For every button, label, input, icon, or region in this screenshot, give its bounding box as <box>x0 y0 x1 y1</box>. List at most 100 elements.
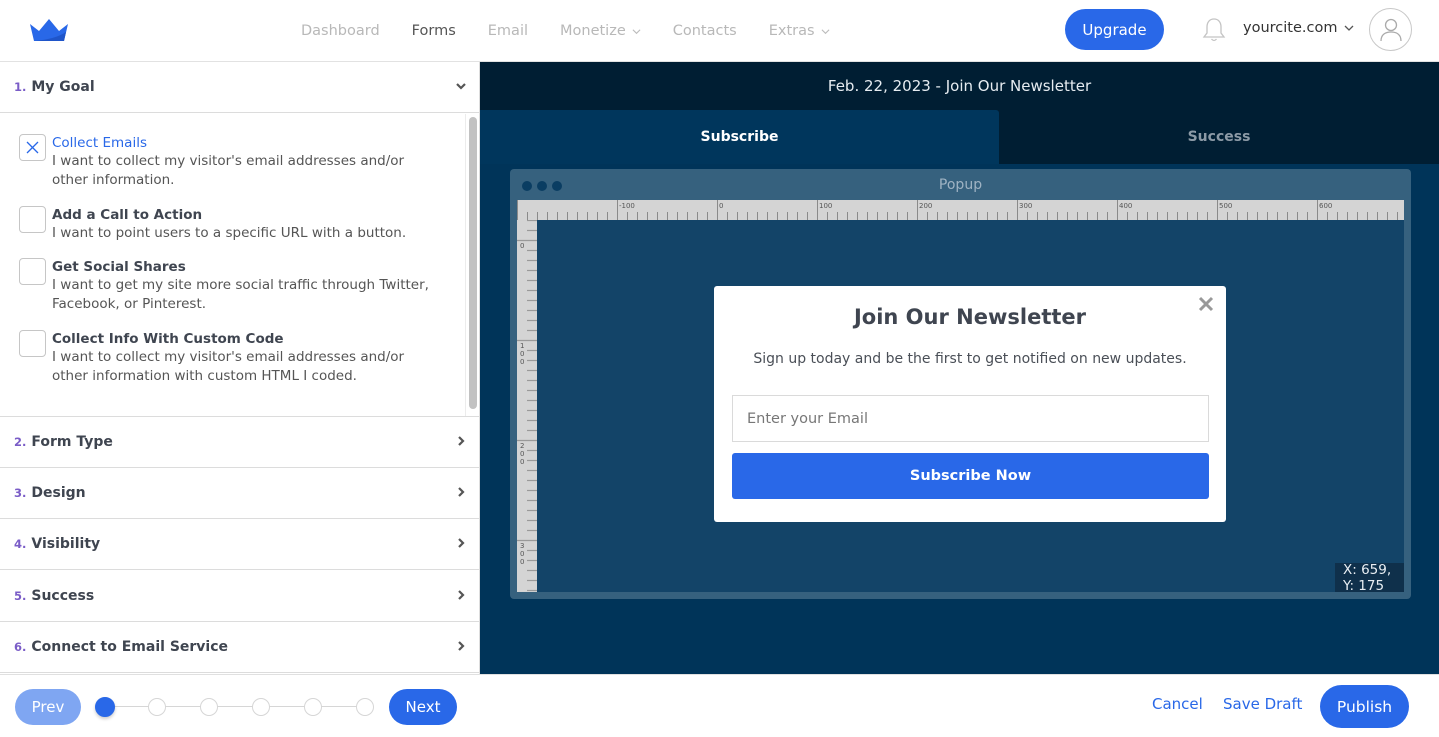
chevron-down-icon <box>821 28 830 34</box>
crown-logo-icon[interactable] <box>30 19 68 41</box>
email-input[interactable] <box>732 395 1209 442</box>
user-avatar[interactable] <box>1369 8 1412 51</box>
nav-forms[interactable]: Forms <box>412 23 456 39</box>
goal-checkbox[interactable] <box>19 330 46 357</box>
section-number: 3. <box>14 486 27 500</box>
form-builder-sidebar: 1. My Goal Collect Emails I want to coll… <box>0 62 480 674</box>
cancel-button[interactable]: Cancel <box>1152 695 1203 713</box>
window-title: Popup <box>938 177 983 193</box>
chevron-right-icon <box>458 436 465 446</box>
ruler-label: 0 <box>520 458 524 466</box>
ruler-label: 500 <box>1219 202 1232 210</box>
campaign-title: Feb. 22, 2023 - Join Our Newsletter <box>480 62 1439 110</box>
goal-description: I want to collect my visitor's email add… <box>52 349 405 384</box>
section-my-goal[interactable]: 1. My Goal <box>0 62 479 113</box>
tab-success[interactable]: Success <box>999 110 1439 164</box>
step-line <box>105 706 365 707</box>
goal-checkbox[interactable] <box>19 206 46 233</box>
publish-button[interactable]: Publish <box>1320 685 1409 728</box>
goal-description: I want to collect my visitor's email add… <box>52 153 405 188</box>
step-dot-1[interactable] <box>95 697 115 717</box>
preview-canvas: Feb. 22, 2023 - Join Our Newsletter Subs… <box>480 62 1439 674</box>
goal-checkbox[interactable] <box>19 134 46 161</box>
nav-monetize[interactable]: Monetize <box>560 23 641 39</box>
ruler-label: 0 <box>520 358 524 366</box>
ruler-label: 0 <box>520 350 524 358</box>
goal-custom-code[interactable]: Collect Info With Custom Code I want to … <box>19 330 437 386</box>
horizontal-ruler: -100 0 100 200 300 400 500 600 <box>517 200 1404 220</box>
scrollbar-thumb[interactable] <box>469 117 477 409</box>
ruler-label: -100 <box>619 202 635 210</box>
chevron-right-icon <box>458 538 465 548</box>
goal-collect-emails[interactable]: Collect Emails I want to collect my visi… <box>19 134 437 190</box>
site-selector[interactable]: yourcite.com <box>1243 20 1354 36</box>
section-visibility[interactable]: 4. Visibility <box>0 519 479 570</box>
section-number: 6. <box>14 640 27 654</box>
step-dot-4[interactable] <box>252 698 270 716</box>
section-label: Visibility <box>31 536 101 552</box>
chevron-right-icon <box>458 487 465 497</box>
goal-call-to-action[interactable]: Add a Call to Action I want to point use… <box>19 206 437 243</box>
top-navigation-bar: Dashboard Forms Email Monetize Contacts … <box>0 0 1439 62</box>
nav-extras[interactable]: Extras <box>769 23 830 39</box>
upgrade-button[interactable]: Upgrade <box>1065 9 1164 50</box>
ruler-label: 0 <box>719 202 723 210</box>
cursor-coordinates: X: 659, Y: 175 <box>1335 562 1404 594</box>
goal-title: Collect Info With Custom Code <box>52 331 284 347</box>
popup-title: Join Our Newsletter <box>853 305 1086 329</box>
next-button[interactable]: Next <box>389 689 457 725</box>
nav-label: Dashboard <box>301 23 380 39</box>
close-x-icon <box>26 141 39 154</box>
tab-subscribe[interactable]: Subscribe <box>480 110 999 164</box>
bottom-action-bar: Prev Next Cancel Save Draft Publish <box>0 674 1439 737</box>
nav-email[interactable]: Email <box>488 23 528 39</box>
chevron-down-icon <box>632 28 641 34</box>
nav-dashboard[interactable]: Dashboard <box>301 23 380 39</box>
section-number: 4. <box>14 537 27 551</box>
section-number: 2. <box>14 435 27 449</box>
step-dot-5[interactable] <box>304 698 322 716</box>
section-label: Form Type <box>31 434 113 450</box>
goal-description: I want to get my site more social traffi… <box>52 277 429 312</box>
ruler-label: 2 <box>520 442 524 450</box>
section-email-service[interactable]: 6. Connect to Email Service <box>0 622 479 673</box>
nav-label: Extras <box>768 23 815 39</box>
goal-social-shares[interactable]: Get Social Shares I want to get my site … <box>19 258 437 314</box>
goal-title: Add a Call to Action <box>52 207 203 223</box>
ruler-label: 300 <box>1019 202 1032 210</box>
scrollbar-track[interactable] <box>465 114 479 416</box>
ruler-label: 0 <box>520 558 524 566</box>
section-label: My Goal <box>31 79 95 95</box>
prev-button[interactable]: Prev <box>15 689 81 725</box>
nav-contacts[interactable]: Contacts <box>673 23 737 39</box>
save-draft-button[interactable]: Save Draft <box>1223 695 1302 713</box>
user-icon <box>1379 18 1402 41</box>
goal-title: Collect Emails <box>52 135 147 151</box>
section-success[interactable]: 5. Success <box>0 571 479 622</box>
bell-icon[interactable] <box>1202 17 1226 43</box>
nav-label: Contacts <box>672 23 737 39</box>
step-progress <box>95 697 375 717</box>
subscribe-now-button[interactable]: Subscribe Now <box>732 453 1209 499</box>
step-dot-2[interactable] <box>148 698 166 716</box>
popup-subtitle: Sign up today and be the first to get no… <box>753 351 1187 367</box>
section-label: Design <box>31 485 86 501</box>
section-label: Success <box>31 588 95 604</box>
section-design[interactable]: 3. Design <box>0 468 479 519</box>
ruler-label: 0 <box>520 242 524 250</box>
section-label: Connect to Email Service <box>31 639 229 655</box>
chevron-down-icon <box>456 83 466 90</box>
nav-label: Email <box>487 23 528 39</box>
ruler-label: 100 <box>819 202 832 210</box>
ruler-label: 600 <box>1319 202 1332 210</box>
step-dot-6[interactable] <box>356 698 374 716</box>
ruler-label: 0 <box>520 450 524 458</box>
newsletter-popup[interactable]: Join Our Newsletter Sign up today and be… <box>714 286 1226 522</box>
chevron-down-icon <box>1345 25 1354 31</box>
goal-checkbox[interactable] <box>19 258 46 285</box>
site-name: yourcite.com <box>1243 20 1338 36</box>
preview-tabs: Subscribe Success <box>480 110 1439 164</box>
nav-label: Forms <box>411 23 456 39</box>
step-dot-3[interactable] <box>200 698 218 716</box>
section-form-type[interactable]: 2. Form Type <box>0 417 479 468</box>
